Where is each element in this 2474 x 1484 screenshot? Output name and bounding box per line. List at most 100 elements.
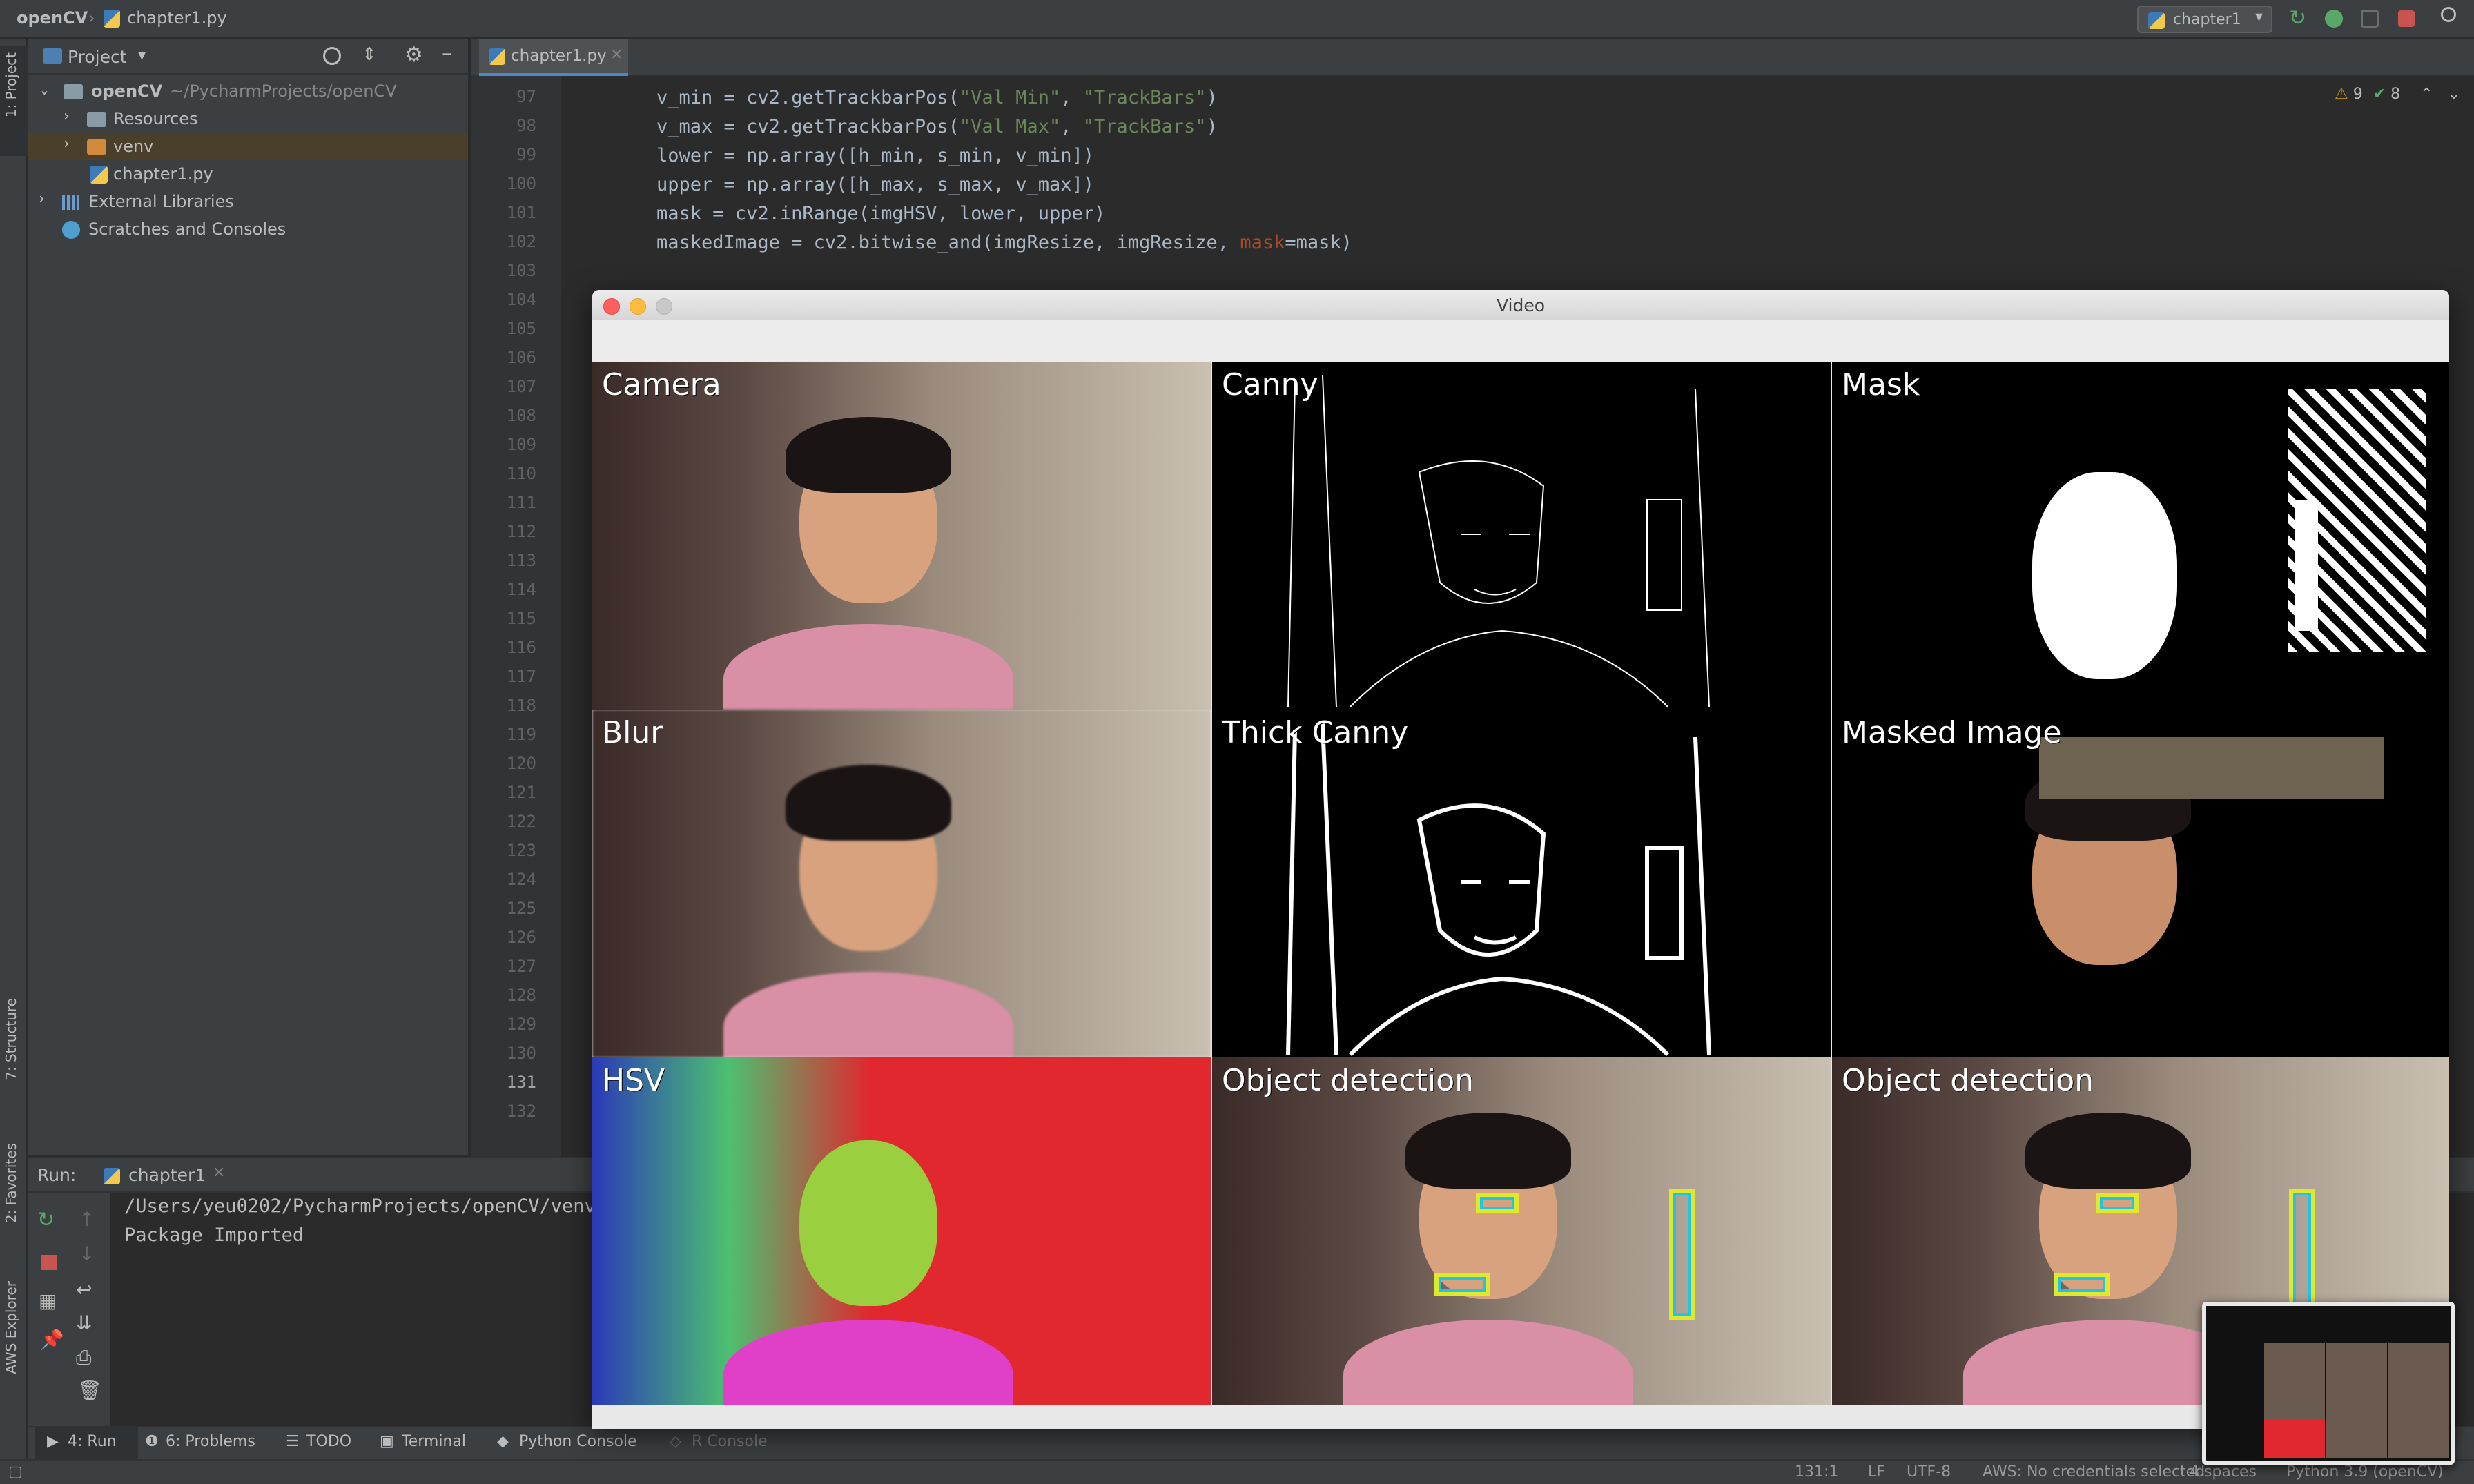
tool-window-project[interactable]: 1: Project <box>3 52 19 117</box>
tree-item-venv[interactable]: › venv <box>28 133 467 160</box>
aws-credentials[interactable]: AWS: No credentials selected <box>1983 1463 2205 1481</box>
video-window[interactable]: Video Camera Canny Mask Blur Thick Canny… <box>592 290 2449 1429</box>
collapse-all-icon[interactable]: ⇕ <box>362 44 377 65</box>
line-number: 119 <box>506 725 536 744</box>
warning-icon: ⚠ <box>2335 86 2348 103</box>
line-number: 130 <box>506 1044 536 1063</box>
gear-icon[interactable]: ⚙ <box>405 43 423 67</box>
line-number: 97 <box>516 87 536 106</box>
tab-todo[interactable]: TODO <box>306 1433 351 1450</box>
tool-window-structure[interactable]: 7: Structure <box>3 998 19 1080</box>
cell-caption: Masked Image <box>1842 715 2062 750</box>
folder-icon <box>64 84 83 99</box>
python-file-icon <box>2148 12 2165 29</box>
rerun-icon[interactable]: ↻ <box>2289 8 2310 29</box>
close-icon[interactable]: × <box>213 1164 225 1181</box>
video-cell-hsv: HSV <box>592 1057 1211 1405</box>
chevron-down-icon[interactable]: ▾ <box>138 47 146 64</box>
line-separator[interactable]: LF <box>1868 1463 1885 1481</box>
code-line-101[interactable]: mask = cv2.inRange(imgHSV, lower, upper) <box>612 203 1105 224</box>
shirt-image <box>723 1320 1013 1405</box>
scroll-to-end-icon[interactable]: ⇊ <box>76 1311 92 1334</box>
tree-item-resources[interactable]: › Resources <box>28 105 467 133</box>
cell-caption: Object detection <box>1222 1063 1474 1098</box>
caret-position[interactable]: 131:1 <box>1795 1463 1838 1481</box>
tree-item-root[interactable]: ⌄ openCV ~/PycharmProjects/openCV <box>28 77 467 105</box>
code-line-100[interactable]: upper = np.array([h_max, s_max, v_max]) <box>612 174 1094 195</box>
layout-toggle-icon[interactable]: ▢ <box>8 1463 23 1481</box>
run-configuration-select[interactable]: chapter1 ▾ <box>2137 6 2272 33</box>
status-bar: ▢ 131:1 LF UTF-8 AWS: No credentials sel… <box>0 1459 2474 1484</box>
list-icon: ☰ <box>286 1433 300 1450</box>
chevron-right-icon: › <box>39 191 45 208</box>
trash-icon[interactable]: 🗑 <box>77 1379 102 1402</box>
code-line-102[interactable]: maskedImage = cv2.bitwise_and(imgResize,… <box>612 232 1352 253</box>
cell-caption: Mask <box>1842 367 1920 402</box>
tree-item-chapter1[interactable]: chapter1.py <box>28 160 467 188</box>
code-line-98[interactable]: v_max = cv2.getTrackbarPos("Val Max", "T… <box>612 116 1218 137</box>
line-number-gutter: 97 98 99 100 101 102 103 104 105 106 107 108 109 110 1… <box>471 76 561 1160</box>
code-line-97[interactable]: v_min = cv2.getTrackbarPos("Val Min", "T… <box>612 87 1218 108</box>
pin-icon[interactable]: 📌 <box>40 1328 64 1351</box>
layout-icon[interactable]: ▦ <box>39 1289 57 1312</box>
close-icon[interactable]: × <box>610 46 623 63</box>
tab-python-console[interactable]: Python Console <box>519 1433 637 1450</box>
scratches-icon <box>62 221 80 239</box>
up-arrow-icon[interactable]: ↑ <box>79 1208 95 1231</box>
debug-icon[interactable] <box>2325 10 2343 28</box>
edge-image <box>1287 375 1710 707</box>
search-icon[interactable] <box>2441 7 2456 22</box>
down-arrow-icon[interactable]: ↓ <box>79 1242 95 1265</box>
line-number: 120 <box>506 754 536 773</box>
detection-box <box>2289 1189 2315 1320</box>
python-interpreter[interactable]: Python 3.9 (openCV) <box>2286 1463 2444 1481</box>
chevron-down-icon[interactable]: ⌄ <box>2448 86 2460 103</box>
tab-terminal[interactable]: Terminal <box>402 1433 466 1450</box>
window-title: Video <box>1496 295 1546 315</box>
breadcrumb-project[interactable]: openCV <box>17 8 88 28</box>
minimize-window-icon[interactable] <box>630 298 646 315</box>
screenshot-thumbnail[interactable] <box>2202 1302 2455 1465</box>
project-view-select[interactable]: Project <box>68 47 127 67</box>
print-icon[interactable]: ⎙ <box>76 1346 91 1369</box>
line-number: 129 <box>506 1015 536 1034</box>
line-number: 106 <box>506 348 536 367</box>
minimize-icon[interactable]: – <box>442 41 452 66</box>
line-number: 124 <box>506 870 536 889</box>
file-encoding[interactable]: UTF-8 <box>1907 1463 1951 1481</box>
line-number: 126 <box>506 928 536 947</box>
tab-run[interactable]: ▶ 4: Run <box>35 1427 138 1459</box>
stop-icon[interactable] <box>41 1255 57 1270</box>
run-tab-label[interactable]: chapter1 <box>128 1165 206 1185</box>
check-icon: ✔ <box>2373 86 2386 103</box>
tree-item-external-libraries[interactable]: › External Libraries <box>28 188 467 215</box>
tree-item-label: Resources <box>113 109 198 128</box>
inspection-widget[interactable]: ⚠ 9 ✔ 8 ⌃ ⌄ <box>2335 86 2460 103</box>
python-file-icon <box>489 48 505 65</box>
shirt-image <box>1343 1320 1633 1405</box>
breadcrumb-file[interactable]: chapter1.py <box>127 8 227 28</box>
line-number: 111 <box>506 493 536 512</box>
chevron-down-icon: ⌄ <box>39 81 50 98</box>
mask-blob <box>2032 472 2177 679</box>
rerun-icon[interactable]: ↻ <box>37 1208 55 1232</box>
video-cell-blur <box>592 710 1211 1057</box>
tab-chapter1[interactable]: chapter1.py × <box>479 39 628 76</box>
mask-rect <box>2295 500 2318 631</box>
tab-problems[interactable]: 6: Problems <box>166 1433 255 1450</box>
coverage-icon[interactable] <box>2361 10 2379 28</box>
tree-item-scratches[interactable]: Scratches and Consoles <box>28 215 467 243</box>
locate-icon[interactable] <box>323 47 341 65</box>
indent-setting[interactable]: 4 spaces <box>2190 1463 2257 1481</box>
folder-icon <box>43 48 62 64</box>
code-line-99[interactable]: lower = np.array([h_min, s_min, v_min]) <box>612 145 1094 166</box>
close-window-icon[interactable] <box>603 298 620 315</box>
soft-wrap-icon[interactable]: ↩ <box>76 1278 92 1301</box>
chevron-up-icon[interactable]: ⌃ <box>2420 86 2433 103</box>
tool-window-favorites[interactable]: 2: Favorites <box>3 1143 19 1223</box>
video-window-titlebar[interactable]: Video <box>592 290 2449 320</box>
tool-window-aws-explorer[interactable]: AWS Explorer <box>3 1281 19 1374</box>
cell-caption: Blur <box>602 715 663 750</box>
tab-r-console[interactable]: R Console <box>692 1433 768 1450</box>
stop-icon[interactable] <box>2398 10 2415 27</box>
